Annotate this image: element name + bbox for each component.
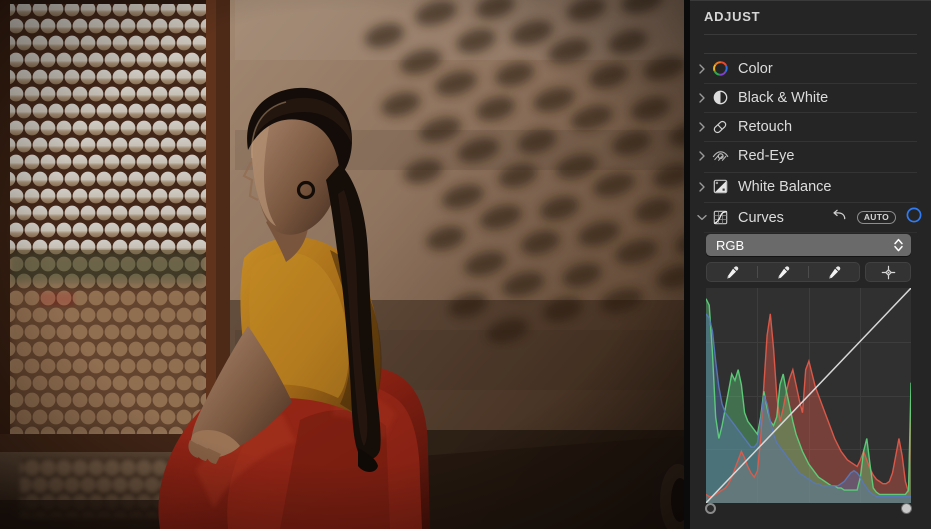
crosshair-target-icon[interactable] <box>865 262 911 282</box>
gradient-square-icon <box>709 179 731 194</box>
sidebar-item-label: Color <box>738 60 773 77</box>
black-point-handle-icon[interactable] <box>705 503 716 514</box>
chevron-up-down-icon[interactable] <box>893 237 904 258</box>
chevron-right-icon[interactable] <box>695 121 708 132</box>
sidebar-item-label: Red-Eye <box>738 147 795 164</box>
color-wheel-icon <box>709 61 731 76</box>
photos-edit-window: ADJUST Color Black & White Retouch Red-E… <box>0 0 931 529</box>
eye-slash-icon <box>709 148 731 163</box>
eyedropper-group <box>706 262 860 282</box>
curves-header-controls: AUTO <box>832 203 922 232</box>
sidebar-item-black-white[interactable]: Black & White <box>690 83 931 112</box>
bandage-icon <box>709 119 731 135</box>
photo-image <box>0 0 684 529</box>
chevron-right-icon[interactable] <box>695 63 708 74</box>
curves-graph[interactable] <box>706 288 911 503</box>
chevron-down-icon[interactable] <box>695 214 708 221</box>
sidebar-item-label: Curves <box>738 209 784 226</box>
eyedropper-white-icon[interactable] <box>809 263 859 281</box>
sidebar-item-red-eye[interactable]: Red-Eye <box>690 141 931 170</box>
sidebar-item-label: White Balance <box>738 178 832 195</box>
chevron-right-icon[interactable] <box>695 150 708 161</box>
channel-select[interactable]: RGB <box>706 234 911 256</box>
channel-select-value: RGB <box>716 237 745 253</box>
row-separator <box>704 232 917 233</box>
curves-grid-icon <box>709 210 731 225</box>
sidebar-item-white-balance[interactable]: White Balance <box>690 172 931 201</box>
chevron-right-icon[interactable] <box>695 92 708 103</box>
title-rule <box>704 34 917 35</box>
auto-button[interactable]: AUTO <box>856 210 896 225</box>
sidebar-item-color[interactable]: Color <box>690 54 931 83</box>
eyedropper-black-icon[interactable] <box>707 263 757 281</box>
sidebar-item-retouch[interactable]: Retouch <box>690 112 931 141</box>
white-point-handle-icon[interactable] <box>901 503 912 514</box>
page-title: ADJUST <box>704 9 761 24</box>
reset-arrow-icon[interactable] <box>832 209 847 227</box>
photo-viewer[interactable] <box>0 0 684 529</box>
sidebar-item-curves[interactable]: Curves AUTO <box>690 203 931 232</box>
circle-toggle-icon[interactable] <box>906 207 922 228</box>
curve-handles <box>705 503 912 519</box>
chevron-right-icon[interactable] <box>695 181 708 192</box>
half-circle-icon <box>709 90 731 105</box>
eyedropper-gray-icon[interactable] <box>758 263 808 281</box>
sidebar-item-label: Retouch <box>738 118 793 135</box>
sidebar-item-label: Black & White <box>738 89 829 106</box>
